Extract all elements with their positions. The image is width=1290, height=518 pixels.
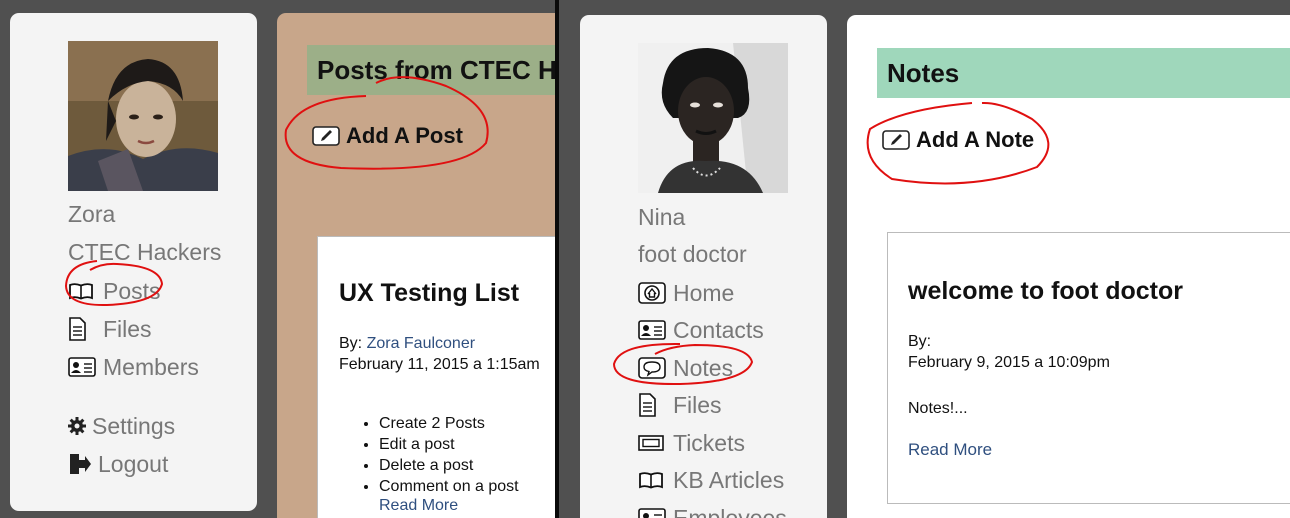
user-avatar[interactable] — [68, 41, 218, 191]
byline-prefix: By: — [339, 335, 367, 352]
sidebar-item-members[interactable]: Members — [68, 353, 199, 381]
sidebar-item-posts[interactable]: Posts — [68, 277, 161, 305]
group-name[interactable]: foot doctor — [638, 241, 747, 268]
ticket-icon — [638, 430, 668, 456]
notes-heading: Notes — [877, 48, 1290, 98]
author-link[interactable]: Zora Faulconer — [367, 335, 476, 352]
read-more-link[interactable]: Read More — [908, 440, 992, 460]
post-checklist: Create 2 Posts Edit a post Delete a post… — [359, 413, 519, 497]
sidebar-item-employees[interactable]: Employees — [638, 504, 787, 518]
sidebar-item-label: Posts — [103, 278, 161, 304]
right-sidebar: Nina foot doctor Home Contacts Notes Fil… — [580, 15, 827, 518]
sidebar-item-label: Home — [673, 280, 735, 306]
logout-link[interactable]: Logout — [68, 450, 168, 478]
sidebar-item-label: Files — [103, 316, 152, 342]
sidebar-item-files[interactable]: Files — [638, 391, 722, 419]
pencil-icon — [312, 126, 340, 146]
logout-icon — [68, 451, 94, 477]
post-date: February 11, 2015 a 1:15am — [339, 356, 540, 373]
id-card-icon — [638, 505, 668, 518]
sidebar-item-label: Tickets — [673, 430, 745, 456]
sidebar-item-notes[interactable]: Notes — [638, 354, 733, 382]
note-card: welcome to foot doctor By: February 9, 2… — [887, 232, 1290, 504]
post-title[interactable]: UX Testing List — [339, 279, 519, 308]
sidebar-item-home[interactable]: Home — [638, 279, 734, 307]
sidebar-item-contacts[interactable]: Contacts — [638, 316, 764, 344]
read-more-link[interactable]: Read More — [379, 497, 458, 515]
left-screenshot-panel: Zora CTEC Hackers Posts Files Members Se… — [0, 0, 555, 518]
sidebar-item-kb-articles[interactable]: KB Articles — [638, 466, 784, 494]
sidebar-item-label: Notes — [673, 355, 734, 381]
sidebar-item-label: KB Articles — [673, 467, 785, 493]
home-icon — [638, 280, 668, 306]
user-avatar[interactable] — [638, 43, 788, 193]
add-note-button[interactable]: Add A Note — [882, 127, 1034, 153]
settings-label: Settings — [92, 413, 176, 439]
group-name[interactable]: CTEC Hackers — [68, 239, 221, 266]
add-post-label: Add A Post — [346, 123, 463, 148]
book-icon — [68, 278, 98, 304]
list-item: Edit a post — [379, 434, 519, 455]
right-main-content: Notes Add A Note welcome to foot doctor … — [847, 15, 1290, 518]
book-icon — [638, 467, 668, 493]
gear-icon — [68, 413, 90, 439]
left-main-content: Posts from CTEC Hackers Add A Post UX Te… — [277, 13, 555, 518]
add-post-button[interactable]: Add A Post — [312, 123, 463, 149]
add-note-label: Add A Note — [916, 127, 1035, 152]
note-date: February 9, 2015 a 10:09pm — [908, 354, 1110, 371]
settings-link[interactable]: Settings — [68, 412, 175, 440]
posts-heading: Posts from CTEC Hackers — [307, 45, 555, 95]
post-card: UX Testing List By: Zora Faulconer Febru… — [317, 236, 555, 518]
speech-bubble-icon — [638, 355, 668, 381]
logout-label: Logout — [98, 451, 169, 477]
id-card-icon — [68, 354, 98, 380]
file-icon — [638, 392, 668, 418]
id-card-icon — [638, 317, 668, 343]
note-body: Notes!... — [908, 400, 968, 417]
sidebar-item-tickets[interactable]: Tickets — [638, 429, 745, 457]
post-byline: By: Zora Faulconer — [339, 333, 475, 354]
left-sidebar: Zora CTEC Hackers Posts Files Members Se… — [10, 13, 257, 511]
sidebar-item-label: Files — [673, 392, 722, 418]
sidebar-item-label: Members — [103, 354, 199, 380]
user-name: Zora — [68, 201, 116, 227]
sidebar-item-label: Employees — [673, 505, 787, 518]
right-screenshot-panel: Nina foot doctor Home Contacts Notes Fil… — [559, 0, 1290, 518]
sidebar-item-files[interactable]: Files — [68, 315, 152, 343]
sidebar-item-label: Contacts — [673, 317, 764, 343]
note-title[interactable]: welcome to foot doctor — [908, 277, 1183, 306]
list-item: Comment on a post — [379, 476, 519, 497]
pencil-icon — [882, 130, 910, 150]
list-item: Create 2 Posts — [379, 413, 519, 434]
list-item: Delete a post — [379, 455, 519, 476]
note-byline: By: — [908, 333, 932, 350]
user-name: Nina — [638, 204, 686, 230]
file-icon — [68, 316, 98, 342]
